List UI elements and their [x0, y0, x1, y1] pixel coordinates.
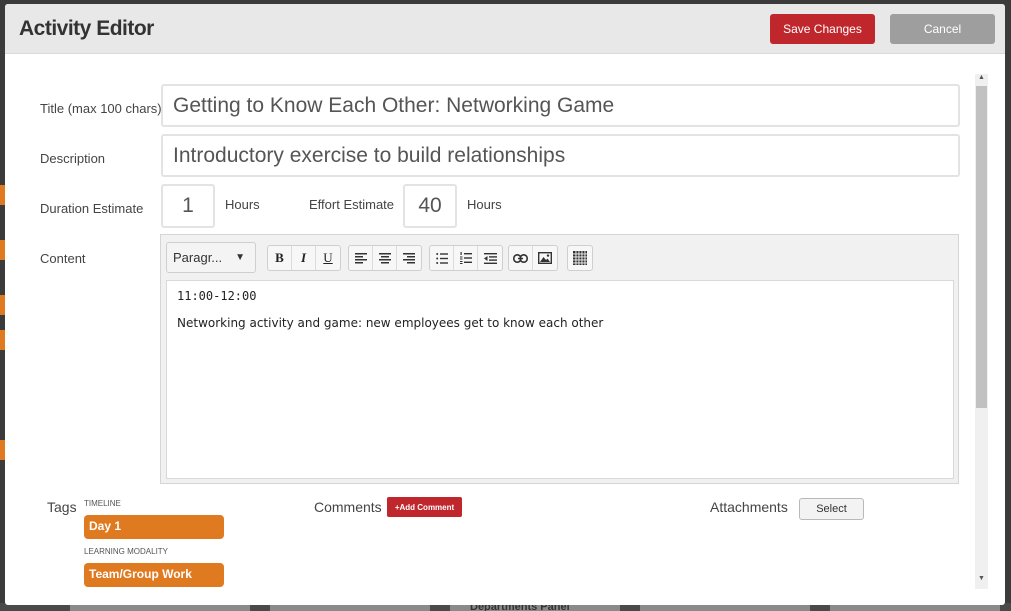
select-attachment-button[interactable]: Select	[799, 498, 864, 520]
align-center-icon	[378, 252, 391, 263]
duration-label: Duration Estimate	[40, 201, 144, 216]
alignment-group	[348, 245, 422, 271]
comments-label: Comments	[314, 499, 382, 515]
effort-label: Effort Estimate	[309, 197, 395, 212]
content-line: Networking activity and game: new employ…	[177, 316, 604, 330]
scroll-up-arrow-icon[interactable]: ▲	[976, 74, 987, 81]
bullet-list-icon	[435, 252, 448, 264]
align-right-button[interactable]	[397, 246, 421, 270]
caret-down-icon: ▼	[235, 252, 245, 263]
italic-button[interactable]: I	[292, 246, 316, 270]
numbered-list-icon	[459, 252, 472, 264]
modal-title: Activity Editor	[19, 17, 154, 40]
insert-group	[508, 245, 558, 271]
content-line: 11:00-12:00	[177, 289, 257, 303]
activity-editor-modal: Activity Editor Save Changes Cancel Titl…	[5, 4, 1005, 605]
add-comment-button[interactable]: +Add Comment	[387, 497, 462, 517]
table-group	[567, 245, 593, 271]
align-right-icon	[403, 252, 415, 263]
title-label: Title (max 100 chars)	[40, 101, 162, 116]
tag-group-heading: LEARNING MODALITY	[84, 547, 169, 556]
table-icon	[573, 251, 587, 265]
insert-table-button[interactable]	[568, 246, 592, 270]
bold-button[interactable]: B	[268, 246, 292, 270]
bullet-list-button[interactable]	[430, 246, 454, 270]
image-icon	[538, 252, 552, 264]
tag-group-heading: TIMELINE	[84, 499, 121, 508]
scrollbar-thumb[interactable]	[976, 86, 987, 408]
format-select-value: Paragr...	[173, 250, 223, 265]
align-left-button[interactable]	[349, 246, 373, 270]
attachments-label: Attachments	[710, 499, 788, 515]
duration-unit: Hours	[225, 197, 260, 212]
outdent-icon	[483, 252, 497, 264]
duration-input[interactable]	[161, 184, 215, 228]
description-input[interactable]	[161, 134, 960, 177]
tag-timeline-day-1[interactable]: Day 1	[84, 515, 224, 539]
tags-label: Tags	[47, 499, 77, 515]
scroll-down-arrow-icon[interactable]: ▼	[976, 575, 987, 582]
list-group	[429, 245, 503, 271]
text-style-group: B I U	[267, 245, 341, 271]
tag-team-group-work[interactable]: Team/Group Work	[84, 563, 224, 587]
editor-content-area[interactable]: 11:00-12:00 Networking activity and game…	[166, 280, 954, 479]
link-icon	[513, 253, 528, 263]
effort-input[interactable]	[403, 184, 457, 228]
align-left-icon	[354, 252, 367, 263]
modal-header: Activity Editor Save Changes Cancel	[5, 4, 1005, 54]
numbered-list-button[interactable]	[454, 246, 478, 270]
effort-unit: Hours	[467, 197, 502, 212]
save-changes-button[interactable]: Save Changes	[770, 14, 875, 44]
title-input[interactable]	[161, 84, 960, 127]
description-label: Description	[40, 151, 106, 166]
insert-link-button[interactable]	[509, 246, 533, 270]
paragraph-format-select[interactable]: Paragr... ▼	[166, 242, 256, 273]
content-label: Content	[40, 251, 86, 266]
rich-text-editor: Paragr... ▼ B I U 11:00-12:00 Networking…	[160, 234, 959, 484]
underline-button[interactable]: U	[316, 246, 340, 270]
align-center-button[interactable]	[373, 246, 397, 270]
cancel-button[interactable]: Cancel	[890, 14, 995, 44]
insert-image-button[interactable]	[533, 246, 557, 270]
outdent-button[interactable]	[478, 246, 502, 270]
